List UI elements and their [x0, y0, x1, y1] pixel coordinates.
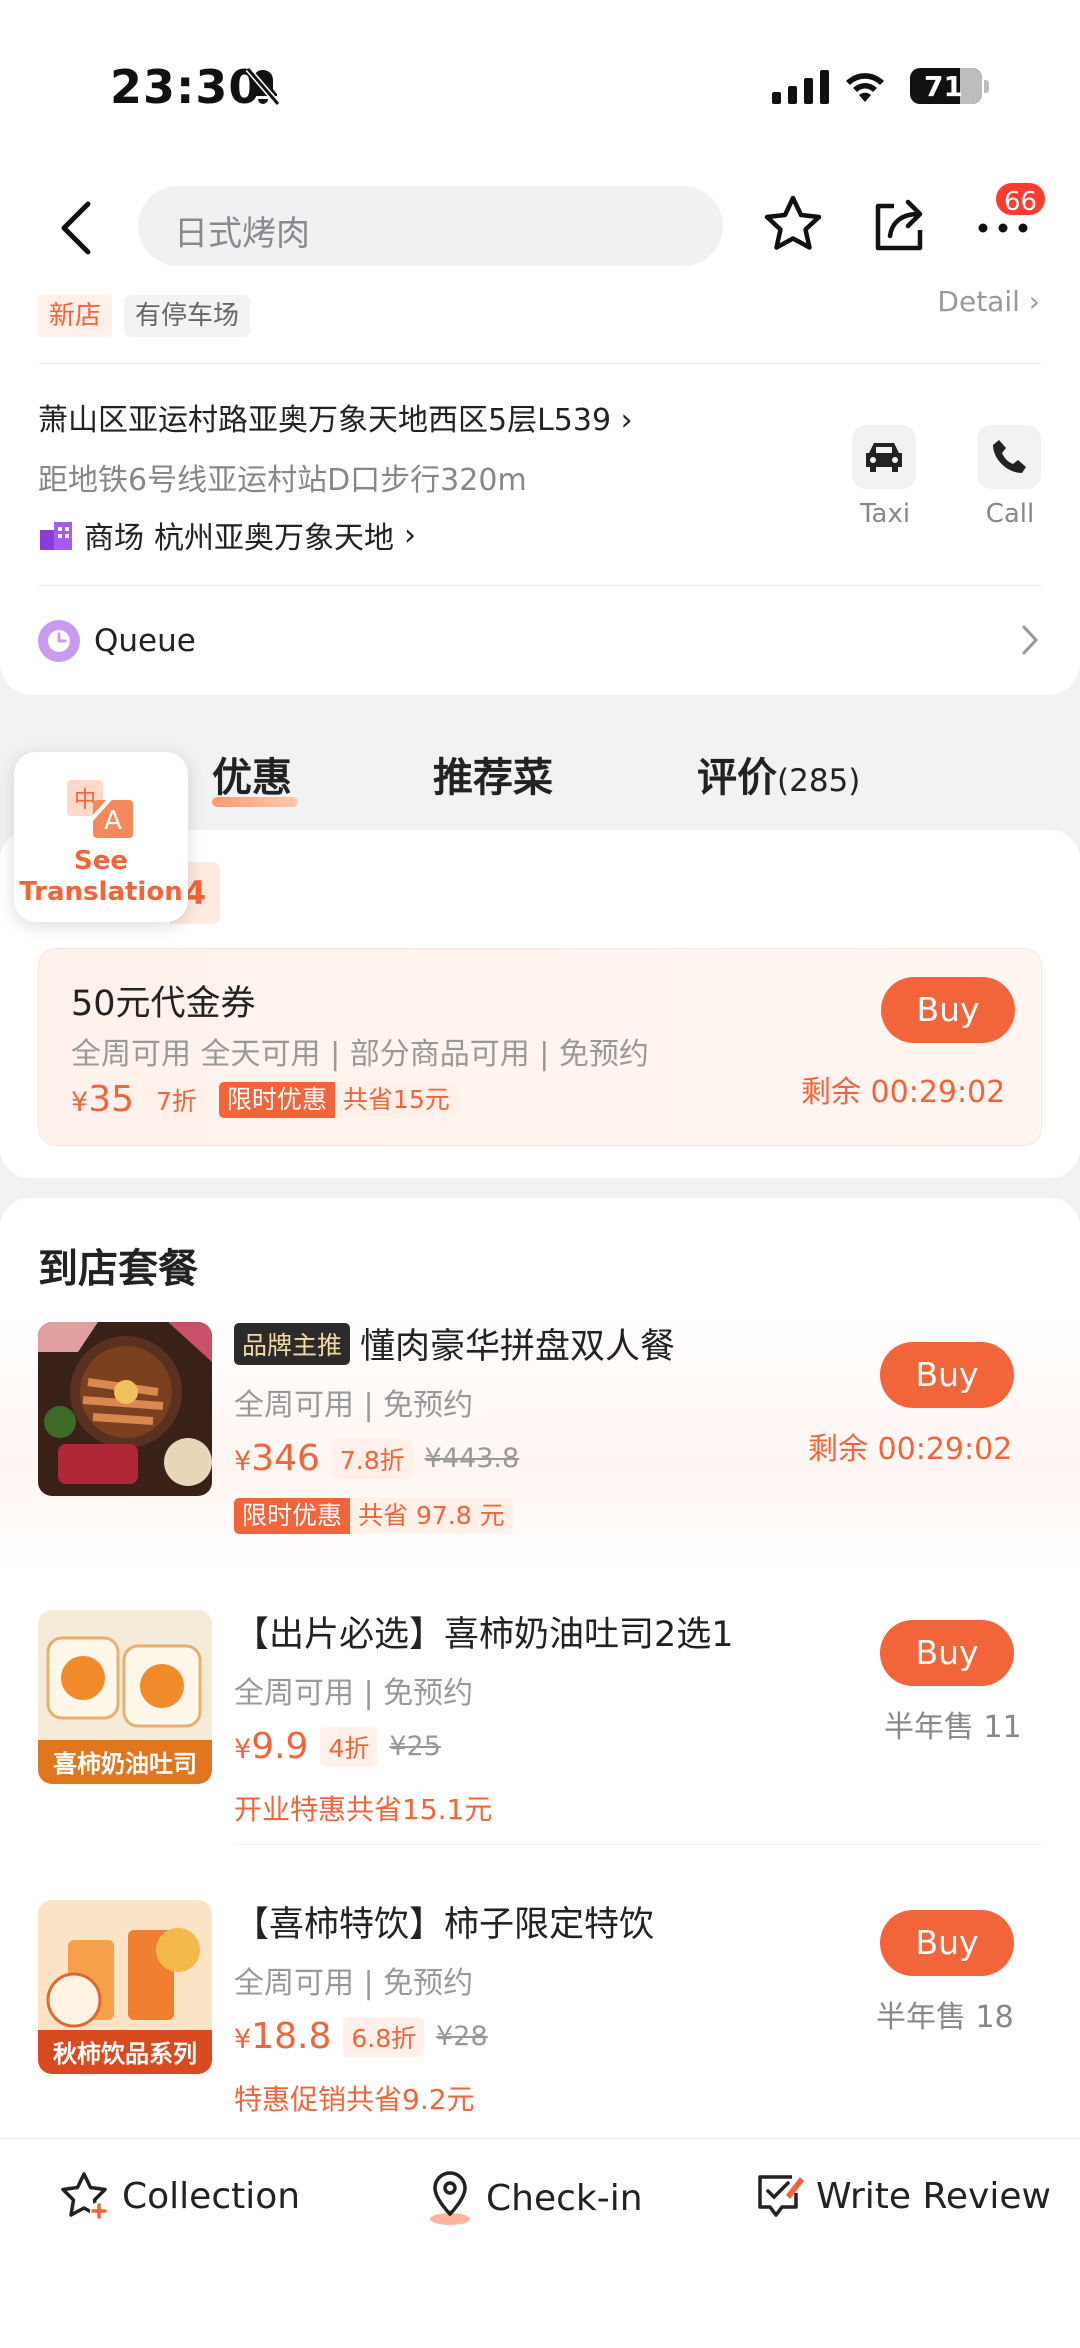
top-nav-bar: 日式烤肉 66 — [0, 170, 1080, 285]
status-time: 23:30 — [110, 60, 262, 114]
voucher-tags: 全周可用 全天可用 | 部分商品可用 | 免预约 — [71, 1037, 649, 1072]
search-text: 日式烤肉 — [174, 214, 310, 254]
clock-icon — [38, 620, 80, 662]
meal-buy-button[interactable]: Buy — [880, 1342, 1014, 1408]
mall-link[interactable]: 商场 杭州亚奥万象天地 › — [38, 513, 416, 557]
meal-original-price: ¥443.8 — [424, 1443, 520, 1474]
meal-sold-count: 半年售 11 — [884, 1710, 1022, 1745]
taxi-button[interactable]: Taxi — [852, 425, 918, 529]
limited-offer-badge: 限时优惠 共省15元 — [218, 1081, 458, 1118]
bottom-action-bar: Collection Check-in Write Review — [0, 2138, 1080, 2348]
cellular-signal-icon — [772, 70, 829, 104]
meal-name: 懂肉豪华拼盘双人餐 — [360, 1327, 676, 1367]
voucher-countdown: 剩余 00:29:02 — [801, 1075, 1006, 1110]
see-label: See — [74, 846, 128, 876]
edit-review-icon — [758, 2175, 804, 2217]
queue-row[interactable]: Queue — [38, 620, 196, 662]
tab-reviews[interactable]: 评价(285) — [697, 745, 860, 803]
meal-item[interactable]: 喜柿奶油吐司 【出片必选】喜柿奶油吐司2选1 全周可用 | 免预约 ¥9.9 4… — [0, 1598, 1080, 1858]
car-icon — [866, 443, 902, 472]
mall-label: 商场 — [84, 521, 144, 556]
meal-image-persimmon-drinks: 秋柿饮品系列 — [38, 1900, 212, 2074]
chevron-right-icon — [1022, 625, 1039, 655]
share-icon[interactable] — [866, 192, 932, 258]
voucher-buy-button[interactable]: Buy — [881, 977, 1015, 1043]
meal-buy-button[interactable]: Buy — [880, 1620, 1014, 1686]
phone-icon — [993, 440, 1026, 473]
set-meals-section: 到店套餐 品牌主推 懂肉豪华拼盘双人餐 全周可用 | 免预约 ¥346 7.8折… — [0, 1198, 1080, 2244]
meal-discount: 4折 — [320, 1726, 378, 1767]
svg-text:中: 中 — [74, 788, 96, 813]
wifi-icon — [846, 73, 884, 102]
svg-text:秋柿饮品系列: 秋柿饮品系列 — [53, 2040, 197, 2068]
star-add-icon — [61, 2172, 108, 2220]
meal-original-price: ¥25 — [389, 1731, 441, 1762]
meal-price: ¥9.9 — [234, 1726, 309, 1767]
tab-deals[interactable]: 优惠 — [212, 745, 292, 803]
meal-image-bbq-platter — [38, 1322, 212, 1496]
voucher-card[interactable]: 50元代金券 全周可用 全天可用 | 部分商品可用 | 免预约 ¥35 7折 限… — [38, 948, 1042, 1146]
meal-name: 【喜柿特饮】柿子限定特饮 — [234, 1905, 655, 1945]
svg-text:A: A — [104, 806, 122, 836]
meal-item[interactable]: 秋柿饮品系列 【喜柿特饮】柿子限定特饮 全周可用 | 免预约 ¥18.8 6.8… — [0, 1888, 1080, 2148]
back-arrow-icon[interactable] — [50, 198, 110, 258]
limited-offer-badge: 限时优惠 共省 97.8 元 — [234, 1498, 513, 1534]
voucher-discount: 7折 — [148, 1079, 205, 1120]
meal-tags: 全周可用 | 免预约 — [234, 1966, 474, 2001]
meal-discount: 6.8折 — [343, 2016, 425, 2057]
meal-tags: 全周可用 | 免预约 — [234, 1676, 474, 1711]
see-translation-button[interactable]: 中 A See Translation — [14, 752, 188, 922]
notification-badge: 66 — [993, 180, 1049, 218]
check-in-button[interactable]: Check-in — [424, 2169, 643, 2227]
battery-icon: 71 — [910, 68, 982, 104]
meal-buy-button[interactable]: Buy — [880, 1910, 1014, 1976]
search-box[interactable]: 日式烤肉 — [138, 186, 723, 266]
mall-name: 杭州亚奥万象天地 — [154, 521, 394, 556]
collection-label: Collection — [122, 2175, 301, 2217]
metro-distance: 距地铁6号线亚运村站D口步行320m — [38, 463, 527, 498]
location-pin-icon — [430, 2171, 470, 2225]
check-in-label: Check-in — [486, 2177, 643, 2219]
meal-price: ¥18.8 — [234, 2016, 332, 2057]
meal-sold-count: 半年售 18 — [876, 2000, 1014, 2035]
tag-new-store: 新店 — [38, 295, 113, 337]
battery-level: 71 — [924, 70, 963, 103]
brand-recommend-tag: 品牌主推 — [234, 1322, 351, 1365]
home-indicator — [390, 2309, 690, 2319]
bell-muted-icon — [245, 67, 281, 106]
taxi-label: Taxi — [859, 499, 911, 529]
meal-discount: 7.8折 — [331, 1438, 413, 1479]
meal-promo-text: 开业特惠共省15.1元 — [234, 1793, 493, 1826]
queue-label: Queue — [94, 623, 196, 659]
voucher-price: ¥35 — [71, 1079, 134, 1120]
tag-parking: 有停车场 — [124, 295, 251, 337]
detail-link[interactable]: Detail › — [937, 285, 1040, 318]
building-icon — [40, 522, 72, 550]
translation-label: Translation — [19, 877, 183, 907]
collection-button[interactable]: Collection — [58, 2169, 300, 2223]
star-favorite-icon[interactable] — [760, 192, 826, 258]
shop-info-card: 新店 有停车场 Detail › 萧山区亚运村路亚奥万象天地西区5层L539 ›… — [0, 285, 1080, 695]
address-link[interactable]: 萧山区亚运村路亚奥万象天地西区5层L539 › — [38, 395, 633, 439]
meal-name: 【出片必选】喜柿奶油吐司2选1 — [234, 1615, 734, 1655]
meal-countdown: 剩余 00:29:02 — [808, 1432, 1013, 1467]
meal-tags: 全周可用 | 免预约 — [234, 1388, 474, 1423]
set-meals-title: 到店套餐 — [38, 1246, 198, 1292]
meal-original-price: ¥28 — [436, 2021, 488, 2052]
call-label: Call — [985, 499, 1035, 529]
write-review-label: Write Review — [816, 2175, 1051, 2217]
status-bar: 23:30 71 — [0, 0, 1080, 170]
write-review-button[interactable]: Write Review — [752, 2169, 1051, 2223]
translate-icon: 中 A — [67, 776, 133, 842]
svg-text:喜柿奶油吐司: 喜柿奶油吐司 — [53, 1750, 197, 1778]
meal-item[interactable]: 品牌主推 懂肉豪华拼盘双人餐 全周可用 | 免预约 ¥346 7.8折 ¥443… — [0, 1310, 1080, 1570]
meal-image-persimmon-toast: 喜柿奶油吐司 — [38, 1610, 212, 1784]
voucher-title: 50元代金券 — [71, 984, 256, 1024]
meal-promo-text: 特惠促销共省9.2元 — [234, 2083, 475, 2116]
tab-recommended-dishes[interactable]: 推荐菜 — [433, 745, 553, 803]
call-button[interactable]: Call — [977, 425, 1043, 529]
meal-price: ¥346 — [234, 1438, 320, 1479]
